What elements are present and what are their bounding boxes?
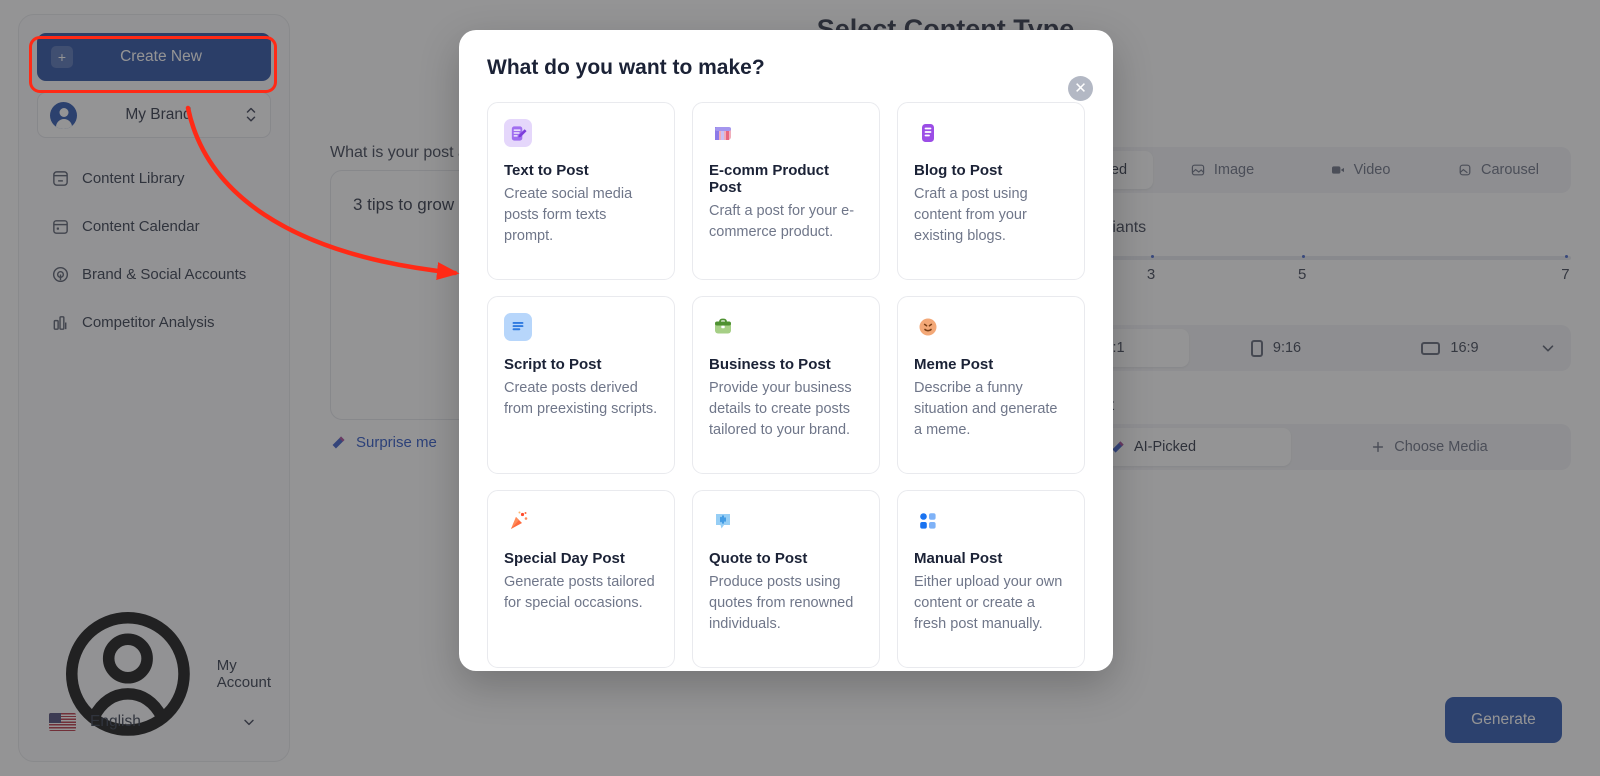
card-description: Generate posts tailored for special occa… — [504, 574, 655, 612]
blog-doc-icon — [914, 119, 942, 147]
card-title: Manual Post — [914, 550, 1003, 567]
content-type-card-text-to-post[interactable]: Text to Post Create social media posts f… — [487, 102, 675, 280]
close-icon[interactable]: ✕ — [1068, 76, 1093, 101]
briefcase-icon — [709, 313, 737, 341]
card-title: Blog to Post — [914, 162, 1003, 179]
content-type-card-quote-to-post[interactable]: Quote to Post Produce posts using quotes… — [692, 490, 880, 668]
note-pencil-icon — [504, 119, 532, 147]
card-title: E-comm Product Post — [709, 162, 830, 196]
script-icon — [504, 313, 532, 341]
screen-root: + Create New My Brand Content Library — [0, 0, 1600, 776]
card-title: Special Day Post — [504, 550, 625, 567]
content-type-card-grid: Text to Post Create social media posts f… — [487, 102, 1085, 668]
card-description: Produce posts using quotes from renowned… — [709, 574, 854, 633]
party-popper-icon — [504, 507, 532, 535]
card-description: Create posts derived from preexisting sc… — [504, 380, 658, 418]
card-title: Business to Post — [709, 356, 831, 373]
card-description: Either upload your own content or create… — [914, 574, 1063, 633]
content-type-card-blog-to-post[interactable]: Blog to Post Craft a post using content … — [897, 102, 1085, 280]
card-title: Text to Post — [504, 162, 589, 179]
card-description: Describe a funny situation and generate … — [914, 380, 1058, 439]
content-type-modal: What do you want to make? ✕ Text to Post… — [459, 30, 1113, 671]
card-title: Script to Post — [504, 356, 602, 373]
modal-title: What do you want to make? — [487, 56, 765, 79]
card-description: Provide your business details to create … — [709, 380, 852, 439]
quote-bubble-icon — [709, 507, 737, 535]
content-type-card-special-day-post[interactable]: Special Day Post Generate posts tailored… — [487, 490, 675, 668]
card-description: Craft a post using content from your exi… — [914, 186, 1028, 245]
content-type-card-meme-post[interactable]: Meme Post Describe a funny situation and… — [897, 296, 1085, 474]
card-title: Quote to Post — [709, 550, 808, 567]
card-title: Meme Post — [914, 356, 994, 373]
content-type-card-business-to-post[interactable]: Business to Post Provide your business d… — [692, 296, 880, 474]
content-type-card-script-to-post[interactable]: Script to Post Create posts derived from… — [487, 296, 675, 474]
meme-face-icon — [914, 313, 942, 341]
content-type-card-manual-post[interactable]: Manual Post Either upload your own conte… — [897, 490, 1085, 668]
grid-dots-icon — [914, 507, 942, 535]
content-type-card-ecomm-product-post[interactable]: E-comm Product Post Craft a post for you… — [692, 102, 880, 280]
card-description: Craft a post for your e-commerce product… — [709, 203, 855, 241]
storefront-icon — [709, 119, 737, 147]
card-description: Create social media posts form texts pro… — [504, 186, 633, 245]
